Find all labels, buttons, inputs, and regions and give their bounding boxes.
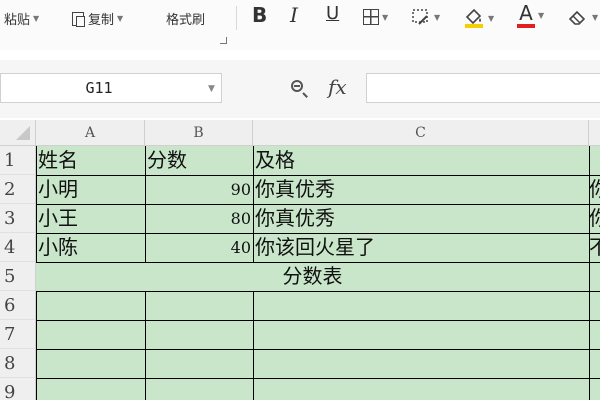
- grid-line: [36, 349, 600, 350]
- chevron-down-icon[interactable]: ▼: [488, 14, 494, 23]
- italic-icon: I: [290, 3, 298, 27]
- bold-icon: B: [252, 3, 268, 27]
- cell-a3[interactable]: 小王: [36, 204, 145, 233]
- grid-line: [36, 262, 600, 263]
- paint-bucket-icon: [465, 8, 483, 28]
- borders-button[interactable]: ▼: [363, 9, 388, 25]
- grid-line: [36, 291, 600, 292]
- italic-button[interactable]: I: [290, 3, 298, 27]
- select-all-corner[interactable]: [0, 120, 36, 146]
- spreadsheet-grid: A B C 1 2 3 4 5 6 7 8 9 姓名 分数 及格 小明 90 你…: [0, 120, 600, 400]
- row-header-1[interactable]: 1: [0, 146, 36, 175]
- cell-d4[interactable]: 不: [589, 233, 600, 262]
- row-header-9[interactable]: 9: [0, 378, 36, 400]
- column-header-b[interactable]: B: [145, 120, 253, 146]
- cell-c3[interactable]: 你真优秀: [253, 204, 589, 233]
- row-header-6[interactable]: 6: [0, 291, 36, 320]
- borders-icon: [363, 9, 379, 25]
- cell-b4[interactable]: 40: [145, 233, 253, 262]
- row-header-8[interactable]: 8: [0, 349, 36, 378]
- formula-input[interactable]: [366, 73, 600, 103]
- row-header-2[interactable]: 2: [0, 175, 36, 204]
- paste-button[interactable]: 粘贴 ▼: [4, 9, 39, 28]
- cell-a2[interactable]: 小明: [36, 175, 145, 204]
- clear-format-button[interactable]: ▼: [411, 7, 440, 27]
- grid-line: [36, 175, 600, 176]
- chevron-down-icon[interactable]: ▼: [208, 84, 215, 94]
- copy-label: 复制: [88, 13, 115, 28]
- chevron-down-icon[interactable]: ▼: [117, 14, 123, 23]
- merged-title-cell[interactable]: 分数表: [36, 262, 589, 291]
- format-painter-button[interactable]: 格式刷: [166, 9, 205, 28]
- cell-a4[interactable]: 小陈: [36, 233, 145, 262]
- grid-line: [36, 378, 600, 379]
- grid-line: [589, 262, 590, 291]
- paste-label: 粘贴: [4, 13, 31, 28]
- cell-b3[interactable]: 80: [145, 204, 253, 233]
- column-header-c[interactable]: C: [253, 120, 589, 146]
- font-color-icon: A: [517, 2, 535, 28]
- format-painter-label: 格式刷: [166, 13, 206, 28]
- grid-line: [589, 291, 590, 400]
- grid-line: [36, 291, 37, 400]
- fill-color-button[interactable]: ▼: [463, 7, 494, 29]
- eraser-icon: [568, 10, 586, 25]
- row-header-4[interactable]: 4: [0, 233, 36, 262]
- row-header-7[interactable]: 7: [0, 320, 36, 349]
- chevron-down-icon[interactable]: ▼: [382, 13, 388, 22]
- chevron-down-icon[interactable]: ▼: [33, 14, 39, 23]
- grid-line: [36, 233, 600, 234]
- cell-a1[interactable]: 姓名: [36, 146, 145, 175]
- cell-d3[interactable]: 你: [589, 204, 600, 233]
- underline-icon: U: [326, 3, 340, 24]
- dialog-launcher-icon[interactable]: [220, 37, 227, 44]
- chevron-down-icon[interactable]: ▼: [538, 11, 544, 20]
- underline-button[interactable]: U: [326, 3, 339, 24]
- copy-icon: [72, 11, 85, 27]
- chevron-down-icon[interactable]: ▼: [434, 13, 440, 22]
- cell-format-icon: [412, 9, 428, 25]
- zoom-icon[interactable]: [291, 80, 303, 92]
- toolbar-divider: [236, 6, 237, 30]
- row-header-5[interactable]: 5: [0, 262, 36, 291]
- grid-line: [253, 291, 254, 400]
- function-icon[interactable]: fx: [328, 75, 347, 99]
- name-box[interactable]: G11: [0, 73, 222, 103]
- column-header-d[interactable]: [589, 120, 600, 146]
- grid-line: [36, 320, 600, 321]
- bold-button[interactable]: B: [252, 3, 267, 27]
- copy-button[interactable]: 复制 ▼: [72, 9, 123, 28]
- font-color-button[interactable]: A ▼: [517, 2, 544, 28]
- row-header-3[interactable]: 3: [0, 204, 36, 233]
- grid-line: [145, 291, 146, 400]
- chevron-down-icon[interactable]: ▼: [592, 13, 598, 22]
- cell-b2[interactable]: 90: [145, 175, 253, 204]
- cell-d2[interactable]: 你: [589, 175, 600, 204]
- cell-c4[interactable]: 你该回火星了: [253, 233, 589, 262]
- cell-c1[interactable]: 及格: [253, 146, 589, 175]
- cell-c2[interactable]: 你真优秀: [253, 175, 589, 204]
- formula-bar: G11 ▼ fx: [0, 60, 600, 118]
- cell-b1[interactable]: 分数: [145, 146, 253, 175]
- column-header-a[interactable]: A: [36, 120, 145, 146]
- ribbon-toolbar: 粘贴 ▼ 复制 ▼ 格式刷 B I U ▼ ▼ ▼ A ▼ ▼: [0, 0, 600, 50]
- eraser-button[interactable]: ▼: [567, 7, 598, 27]
- grid-line: [36, 204, 600, 205]
